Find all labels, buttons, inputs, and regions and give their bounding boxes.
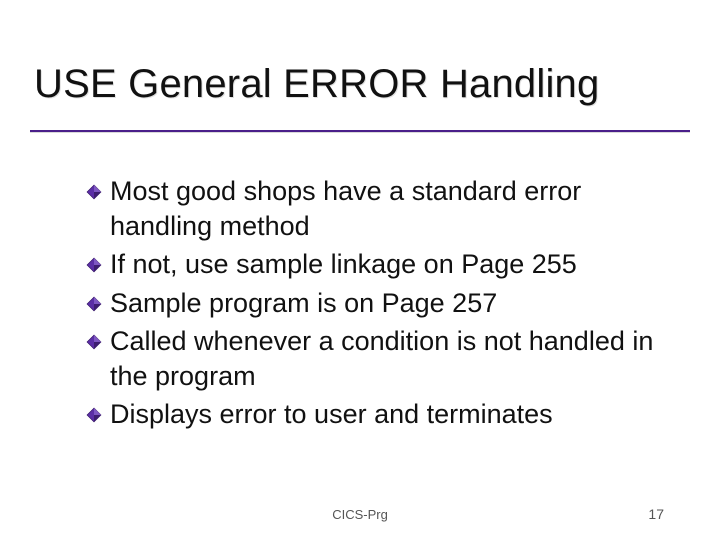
page-number: 17 xyxy=(648,506,664,522)
diamond-bullet-icon xyxy=(86,296,102,312)
list-item-text: If not, use sample linkage on Page 255 xyxy=(110,247,577,282)
slide-body: Most good shops have a standard error ha… xyxy=(86,174,672,436)
list-item-text: Called whenever a condition is not handl… xyxy=(110,324,672,393)
diamond-bullet-icon xyxy=(86,407,102,423)
list-item-text: Displays error to user and terminates xyxy=(110,397,553,432)
list-item-text: Sample program is on Page 257 xyxy=(110,286,497,321)
diamond-bullet-icon xyxy=(86,257,102,273)
slide: USE General ERROR Handling Most good sho… xyxy=(0,0,720,540)
footer-label: CICS-Prg xyxy=(0,507,720,522)
list-item: Called whenever a condition is not handl… xyxy=(86,324,672,393)
list-item-text: Most good shops have a standard error ha… xyxy=(110,174,672,243)
title-underline xyxy=(30,130,690,132)
diamond-bullet-icon xyxy=(86,184,102,200)
list-item: Most good shops have a standard error ha… xyxy=(86,174,672,243)
slide-title: USE General ERROR Handling xyxy=(34,62,686,107)
diamond-bullet-icon xyxy=(86,334,102,350)
list-item: If not, use sample linkage on Page 255 xyxy=(86,247,672,282)
list-item: Sample program is on Page 257 xyxy=(86,286,672,321)
list-item: Displays error to user and terminates xyxy=(86,397,672,432)
